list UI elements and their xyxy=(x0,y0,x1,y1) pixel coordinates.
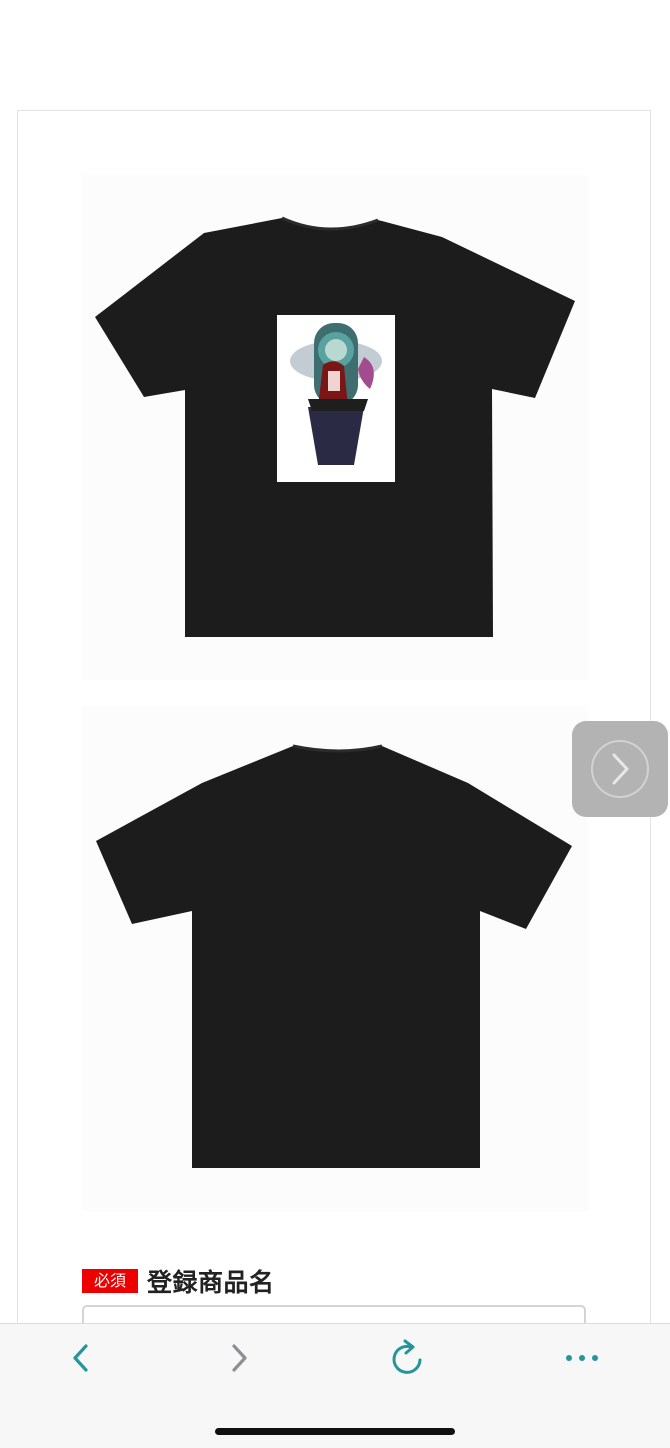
reload-button[interactable] xyxy=(377,1336,437,1380)
browser-toolbar xyxy=(0,1323,670,1448)
tshirt-back-image xyxy=(96,744,572,1168)
reload-icon xyxy=(392,1339,422,1374)
chevron-right-icon xyxy=(591,740,649,798)
tshirt-print-artwork xyxy=(277,315,395,482)
tshirt-front-preview xyxy=(82,175,588,680)
required-badge: 必須 xyxy=(82,1269,139,1293)
more-icon xyxy=(566,1355,598,1361)
page: 必須 登録商品名 xyxy=(0,0,670,1448)
back-button[interactable] xyxy=(51,1336,111,1380)
more-button[interactable] xyxy=(552,1336,612,1380)
product-name-label-row: 必須 登録商品名 xyxy=(82,1264,275,1298)
tshirt-back-preview xyxy=(82,706,588,1211)
forward-button[interactable] xyxy=(209,1336,269,1380)
product-name-label: 登録商品名 xyxy=(147,1268,275,1297)
chevron-left-icon xyxy=(73,1344,88,1372)
home-indicator xyxy=(215,1428,455,1435)
chevron-right-icon xyxy=(232,1344,247,1372)
next-image-button[interactable] xyxy=(572,721,668,817)
tshirt-front-image xyxy=(95,216,575,637)
